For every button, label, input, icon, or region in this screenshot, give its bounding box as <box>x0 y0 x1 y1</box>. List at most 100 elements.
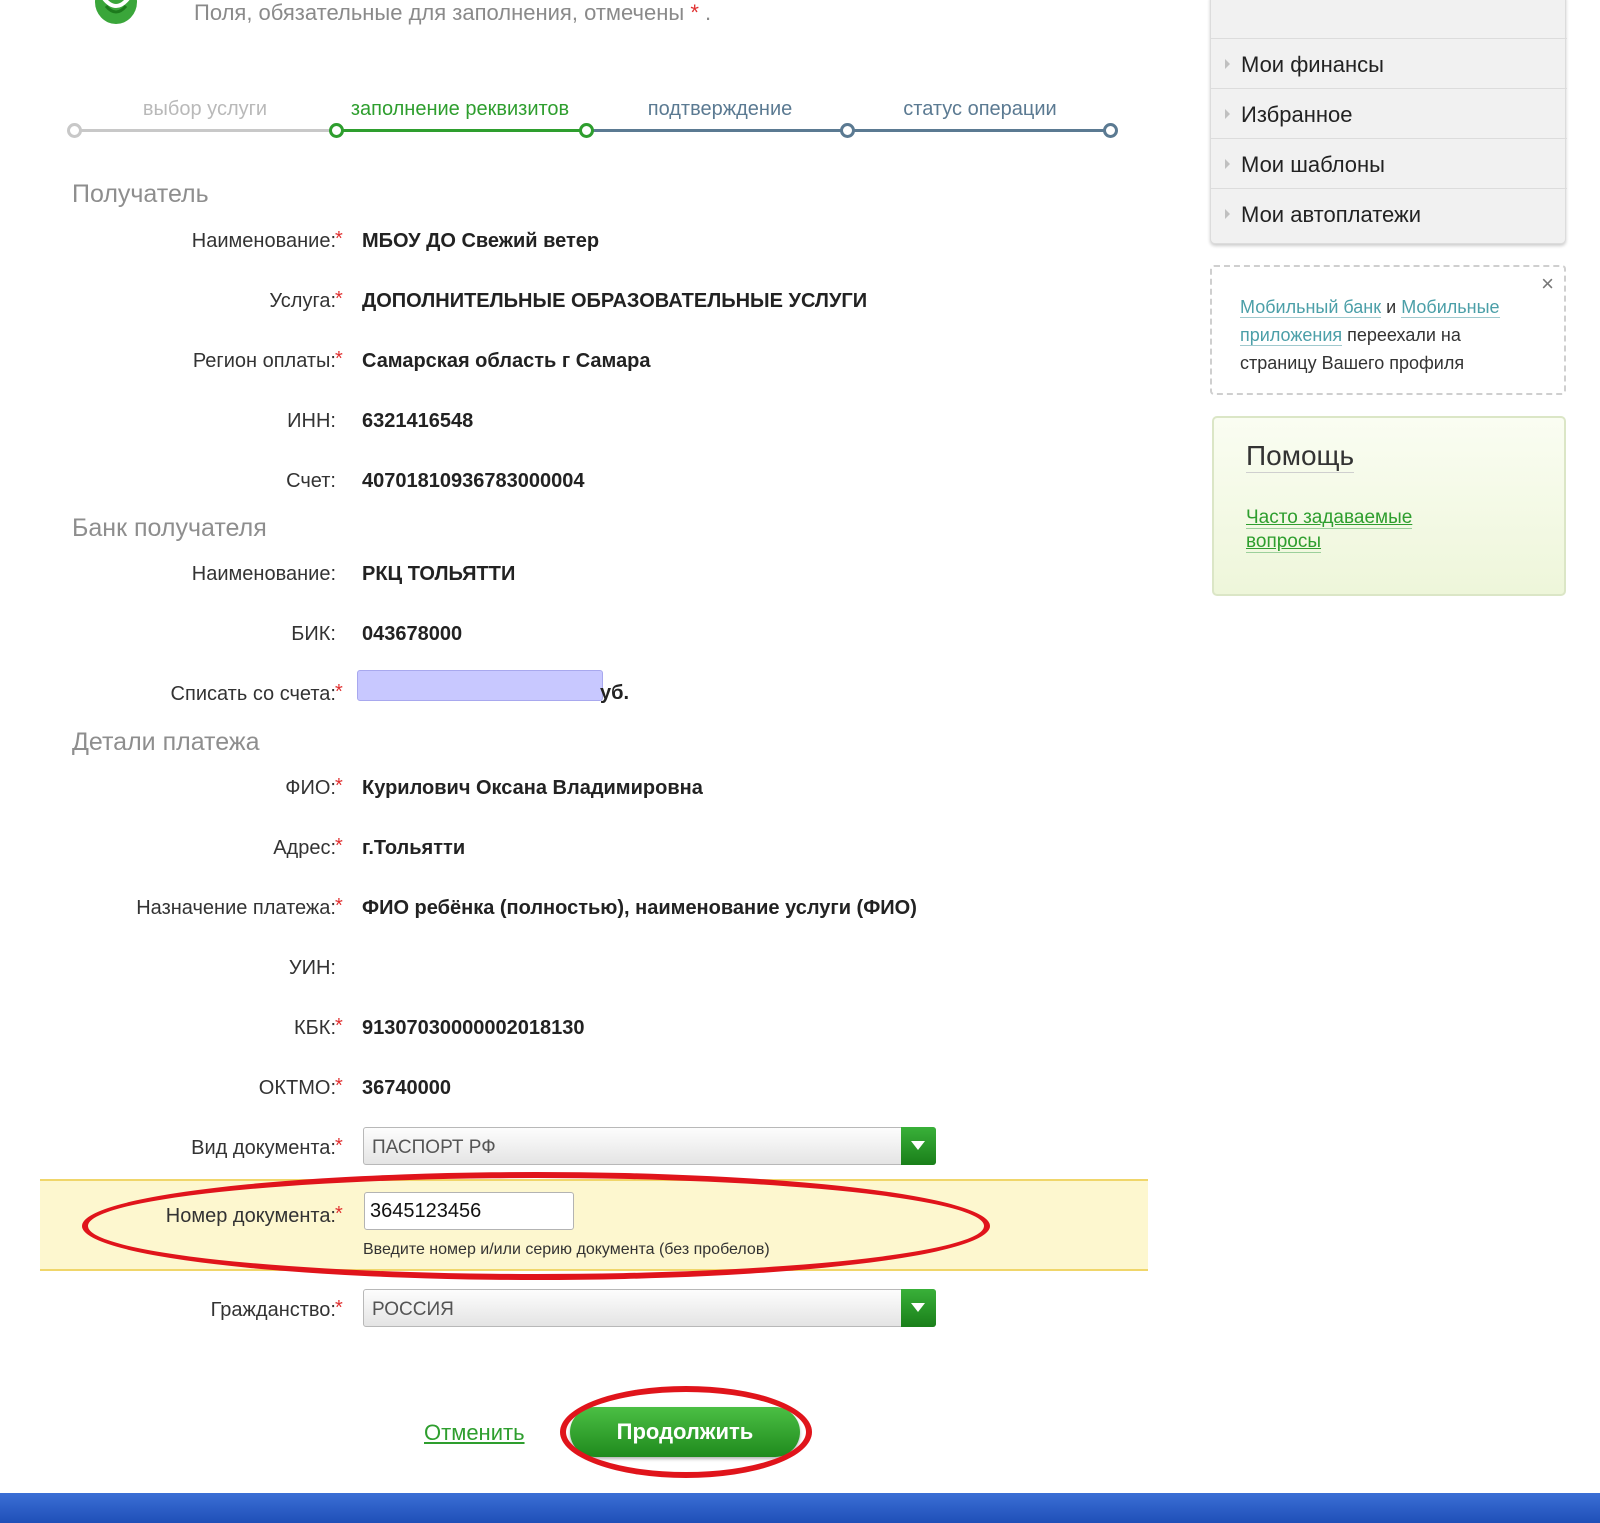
field-value: 36740000 <box>362 1077 451 1099</box>
required-star: * <box>335 1203 343 1225</box>
field-label: Назначение платежа: <box>136 897 336 919</box>
step-line-active <box>336 129 586 132</box>
field-label: БИК: <box>291 623 336 645</box>
field-value: Курилович Оксана Владимировна <box>362 777 703 799</box>
doc-number-hint: Введите номер и/или серию документа (без… <box>363 1241 770 1258</box>
step-dot-2 <box>329 123 344 138</box>
required-star: * <box>335 1015 343 1037</box>
doc-type-select[interactable]: ПАСПОРТ РФ <box>363 1127 936 1165</box>
row-service: Услуга: * ДОПОЛНИТЕЛЬНЫЕ ОБРАЗОВАТЕЛЬНЫЕ… <box>0 288 1160 330</box>
chevron-right-icon <box>1225 109 1230 119</box>
row-region: Регион оплаты: * Самарская область г Сам… <box>0 348 1160 390</box>
required-note-dot: . <box>705 0 712 25</box>
required-note-text: Поля, обязательные для заполнения, отмеч… <box>194 0 685 25</box>
field-label: Списать со счета: <box>170 683 336 705</box>
section-title-recipient: Получатель <box>72 180 209 208</box>
field-label: Услуга: <box>269 290 336 312</box>
required-star: * <box>335 1075 343 1097</box>
section-title-bank: Банк получателя <box>72 514 267 542</box>
sidebar-menu: Мои финансы Избранное Мои шаблоны Мои ав… <box>1210 0 1567 244</box>
notice-box: × Мобильный банк и Мобильные приложения … <box>1210 265 1566 395</box>
notice-and: и <box>1386 297 1397 317</box>
doc-number-input[interactable] <box>364 1192 574 1230</box>
field-label: Номер документа: <box>165 1205 336 1227</box>
field-label: Вид документа: <box>191 1137 336 1159</box>
mobile-bank-link[interactable]: Мобильный банк <box>1240 297 1382 318</box>
required-star: * <box>335 1135 343 1157</box>
row-inn: ИНН: 6321416548 <box>0 410 1160 450</box>
row-address: Адрес: * г.Тольятти <box>0 835 1160 877</box>
section-title-details: Детали платежа <box>72 728 260 756</box>
row-fio: ФИО: * Курилович Оксана Владимировна <box>0 775 1160 817</box>
step-dot-4 <box>840 123 855 138</box>
field-label: ИНН: <box>287 410 336 432</box>
required-star: * <box>690 0 699 25</box>
row-oktmo: ОКТМО: * 36740000 <box>0 1075 1160 1117</box>
row-uin: УИН: <box>0 957 1160 997</box>
field-label: Счет: <box>286 470 336 492</box>
chevron-down-icon[interactable] <box>901 1127 936 1165</box>
sidebar-item-my-finances[interactable]: Мои финансы <box>1211 38 1567 88</box>
chevron-right-icon <box>1225 209 1230 219</box>
field-label: Гражданство: <box>210 1299 336 1321</box>
row-bank-name: Наименование: РКЦ ТОЛЬЯТТИ <box>0 563 1160 603</box>
step-line-done <box>74 129 336 132</box>
required-star: * <box>335 228 343 250</box>
step-label-status: статус операции <box>903 98 1057 120</box>
required-star: * <box>335 835 343 857</box>
continue-button[interactable]: Продолжить <box>570 1407 800 1457</box>
field-value: ФИО ребёнка (полностью), наименование ус… <box>362 897 917 919</box>
required-star: * <box>335 348 343 370</box>
field-label: КБК: <box>294 1017 336 1039</box>
chevron-down-icon[interactable] <box>901 1289 936 1327</box>
field-label: Адрес: <box>273 837 336 859</box>
field-value: 40701810936783000004 <box>362 470 585 492</box>
field-value: МБОУ ДО Свежий ветер <box>362 230 600 252</box>
field-label: ФИО: <box>285 777 336 799</box>
row-recipient-name: Наименование: * МБОУ ДО Свежий ветер <box>0 228 1160 270</box>
debit-account-currency: уб. <box>600 682 630 704</box>
sidebar-item-label: Избранное <box>1241 102 1353 127</box>
chevron-right-icon <box>1225 59 1230 69</box>
field-label: Регион оплаты: <box>192 350 336 372</box>
required-star: * <box>335 1297 343 1319</box>
field-value: г.Тольятти <box>362 837 466 859</box>
field-label: ОКТМО: <box>258 1077 336 1099</box>
row-account: Счет: 40701810936783000004 <box>0 470 1160 510</box>
footer-bar <box>0 1493 1600 1523</box>
chevron-right-icon <box>1225 159 1230 169</box>
field-label: УИН: <box>288 957 336 979</box>
sberbank-logo-icon <box>92 0 140 28</box>
progress-stepper: выбор услуги заполнение реквизитов подтв… <box>60 90 1120 150</box>
step-dot-5 <box>1103 123 1118 138</box>
required-star: * <box>335 775 343 797</box>
field-value: 91307030000002018130 <box>362 1017 585 1039</box>
sidebar-item-favorites[interactable]: Избранное <box>1211 88 1567 138</box>
faq-link[interactable]: Часто задаваемые вопросы <box>1246 506 1466 554</box>
debit-account-select-redacted[interactable] <box>357 670 603 701</box>
required-fields-note: Поля, обязательные для заполнения, отмеч… <box>194 0 711 26</box>
citizenship-selected: РОССИЯ <box>372 1299 454 1320</box>
required-star: * <box>335 895 343 917</box>
step-dot-1 <box>67 123 82 138</box>
sidebar-item-autopayments[interactable]: Мои автоплатежи <box>1211 188 1567 238</box>
doc-type-selected: ПАСПОРТ РФ <box>372 1137 496 1158</box>
row-kbk: КБК: * 91307030000002018130 <box>0 1015 1160 1057</box>
sidebar-item-label: Мои автоплатежи <box>1241 202 1422 227</box>
field-value: 043678000 <box>362 623 463 645</box>
notice-text: Мобильный банк и Мобильные приложения пе… <box>1240 293 1540 377</box>
row-bik: БИК: 043678000 <box>0 623 1160 663</box>
field-value: РКЦ ТОЛЬЯТТИ <box>362 563 516 585</box>
field-value: 6321416548 <box>362 410 474 432</box>
close-icon[interactable]: × <box>1541 271 1554 297</box>
sidebar-item-label: Мои шаблоны <box>1241 152 1385 177</box>
field-value: ДОПОЛНИТЕЛЬНЫЕ ОБРАЗОВАТЕЛЬНЫЕ УСЛУГИ <box>362 290 868 312</box>
sidebar-item-templates[interactable]: Мои шаблоны <box>1211 138 1567 188</box>
step-label-fill-details: заполнение реквизитов <box>350 98 570 120</box>
sidebar-item-label: Мои финансы <box>1241 52 1384 77</box>
row-doc-number: Номер документа: * <box>0 1203 1160 1245</box>
cancel-link[interactable]: Отменить <box>424 1420 525 1446</box>
field-label: Наименование: <box>191 563 336 585</box>
citizenship-select[interactable]: РОССИЯ <box>363 1289 936 1327</box>
faq-link-text: Часто задаваемые вопросы <box>1246 507 1413 553</box>
